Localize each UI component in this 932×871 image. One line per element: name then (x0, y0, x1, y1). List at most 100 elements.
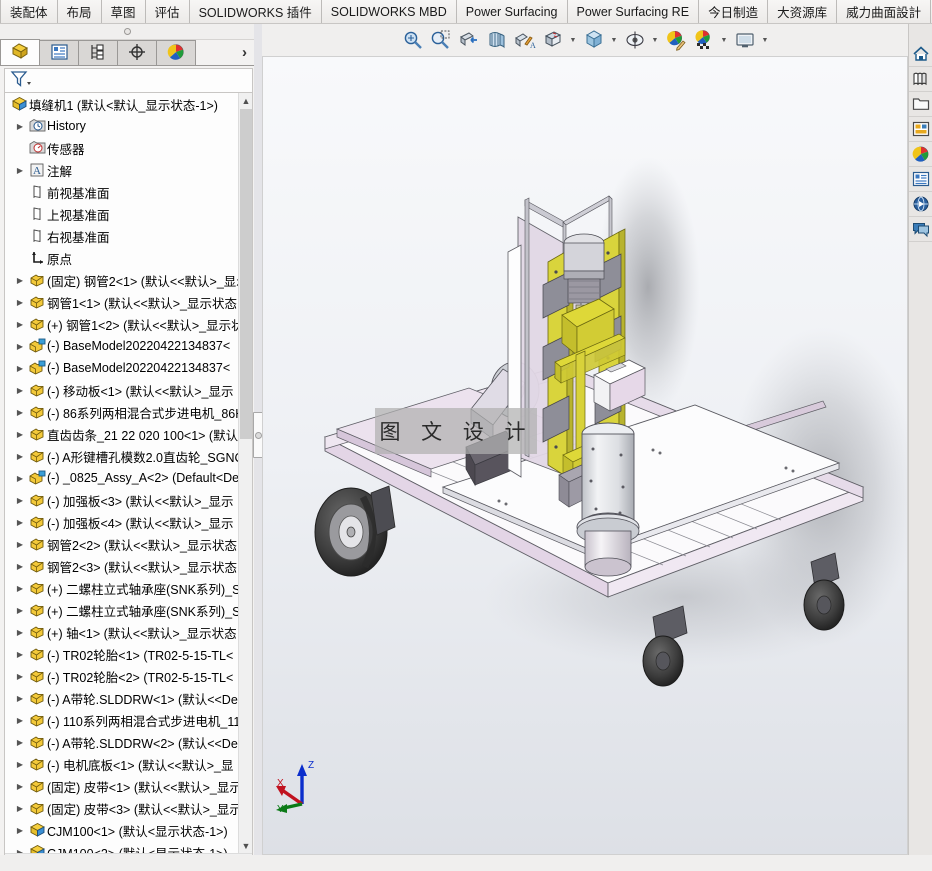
fm-tab-display-manager[interactable] (156, 40, 196, 65)
view-settings-chevron-down-icon[interactable]: ▼ (760, 27, 771, 53)
apply-scene-icon[interactable] (691, 27, 717, 53)
feature-tree-vertical-scrollbar[interactable]: ▲ ▼ (238, 93, 252, 853)
view-orientation-cube-icon[interactable] (581, 27, 607, 53)
hide-show-items-chevron-down-icon[interactable]: ▼ (568, 27, 579, 53)
tree-expand-arrow-icon[interactable]: ▶ (13, 357, 27, 379)
zoom-to-fit-icon[interactable] (400, 27, 426, 53)
feature-tree-item[interactable]: ▶传感器 (5, 137, 238, 159)
feature-tree-item[interactable]: ▶ 直齿齿条_21 22 020 100<1> (默认 (5, 423, 238, 445)
feature-tree-item[interactable]: ▶ (-) BaseModel20220422134837< (5, 335, 238, 357)
tree-expand-arrow-icon[interactable]: ▶ (13, 511, 27, 533)
fm-tab-property-manager[interactable] (39, 40, 79, 65)
tree-expand-arrow-icon[interactable]: ▶ (13, 423, 27, 445)
tree-expand-arrow-icon[interactable]: ▶ (13, 687, 27, 709)
scroll-down-arrow-icon[interactable]: ▼ (239, 838, 252, 853)
tree-expand-arrow-icon[interactable]: ▶ (13, 643, 27, 665)
tree-expand-arrow-icon[interactable]: ▶ (13, 599, 27, 621)
feature-tree-item[interactable]: ▶ (固定) 皮带<3> (默认<<默认>_显示 (5, 797, 238, 819)
fm-tab-feature-manager[interactable] (0, 39, 40, 65)
feature-tree-item[interactable]: ▶ (-) TR02轮胎<2> (TR02-5-15-TL< (5, 665, 238, 687)
feature-tree-item[interactable]: ▶ 钢管2<3> (默认<<默认>_显示状态 (5, 555, 238, 577)
tree-expand-arrow-icon[interactable]: ▶ (13, 797, 27, 819)
feature-tree-item[interactable]: ▶原点 (5, 247, 238, 269)
tree-expand-arrow-icon[interactable]: ▶ (13, 401, 27, 423)
feature-tree-item[interactable]: ▶ (-) A带轮.SLDDRW<2> (默认<<De (5, 731, 238, 753)
feature-tree-root[interactable]: 填缝机1 (默认<默认_显示状态-1>) (5, 93, 238, 115)
display-state-icon[interactable] (622, 27, 648, 53)
feature-tree-item[interactable]: ▶ (+) 二螺柱立式轴承座(SNK系列)_SN (5, 599, 238, 621)
tab-evaluate[interactable]: 评估 (145, 0, 190, 23)
file-explorer-icon[interactable] (909, 92, 932, 117)
feature-tree-item[interactable]: ▶上视基准面 (5, 203, 238, 225)
cad-model-canvas[interactable]: 图 文 设 计 Z X Y (263, 57, 907, 854)
edit-appearance-icon[interactable] (663, 27, 689, 53)
tab-power-surfacing-re[interactable]: Power Surfacing RE (567, 0, 700, 23)
tree-expand-arrow-icon[interactable]: ▶ (13, 753, 27, 775)
tree-expand-arrow-icon[interactable]: ▶ (13, 533, 27, 555)
feature-tree-item[interactable]: ▶ History (5, 115, 238, 137)
feature-tree-item[interactable]: ▶ (-) BaseModel20220422134837< (5, 357, 238, 379)
tab-assembly[interactable]: 装配体 (0, 0, 58, 23)
feature-tree-item[interactable]: ▶ (-) 移动板<1> (默认<<默认>_显示 (5, 379, 238, 401)
solidworks-resources-icon[interactable] (909, 42, 932, 67)
panel-grip-handle[interactable] (0, 24, 255, 40)
section-view-icon[interactable] (456, 27, 482, 53)
apply-scene-chevron-down-icon[interactable]: ▼ (719, 27, 730, 53)
tree-expand-arrow-icon[interactable]: ▶ (13, 577, 27, 599)
feature-tree-item[interactable]: ▶ (固定) 钢管2<1> (默认<<默认>_显示状态 (5, 269, 238, 291)
feature-tree-item[interactable]: ▶ 钢管2<2> (默认<<默认>_显示状态 (5, 533, 238, 555)
tree-expand-arrow-icon[interactable]: ▶ (13, 313, 27, 335)
custom-properties-icon[interactable] (909, 167, 932, 192)
tab-manufacture-today[interactable]: 今日制造 (699, 0, 769, 23)
feature-tree-item[interactable]: ▶前视基准面 (5, 181, 238, 203)
graphics-viewport[interactable]: 图 文 设 计 Z X Y (262, 56, 908, 855)
view-palette-icon[interactable] (909, 117, 932, 142)
panel-expand-arrow-icon[interactable]: › (242, 44, 247, 61)
solidworks-forum-icon[interactable] (909, 217, 932, 242)
zoom-to-area-icon[interactable] (428, 27, 454, 53)
feature-tree-item[interactable]: ▶ (固定) 皮带<1> (默认<<默认>_显示 (5, 775, 238, 797)
feature-tree-scroll-area[interactable]: 填缝机1 (默认<默认_显示状态-1>)▶History▶传感器▶A注解▶前视基… (5, 93, 238, 853)
scroll-up-arrow-icon[interactable]: ▲ (239, 93, 252, 108)
display-style-icon[interactable]: A (512, 27, 538, 53)
tree-expand-arrow-icon[interactable]: ▶ (13, 775, 27, 797)
tree-expand-arrow-icon[interactable]: ▶ (13, 291, 27, 313)
feature-tree-item[interactable]: ▶ (-) 加强板<4> (默认<<默认>_显示 (5, 511, 238, 533)
feature-tree-item[interactable]: ▶右视基准面 (5, 225, 238, 247)
filter-funnel-icon[interactable] (10, 70, 32, 91)
feature-tree-item[interactable]: ▶ (+) 钢管1<2> (默认<<默认>_显示状 (5, 313, 238, 335)
tree-expand-arrow-icon[interactable]: ▶ (13, 709, 27, 731)
tree-expand-arrow-icon[interactable]: ▶ (13, 819, 27, 841)
feature-tree-item[interactable]: ▶ CJM100<2> (默认<显示状态-1>) (5, 841, 238, 853)
design-library-icon[interactable] (909, 67, 932, 92)
tab-big-library[interactable]: 大资源库 (768, 0, 838, 23)
vertical-scroll-thumb[interactable] (240, 109, 252, 439)
fm-tab-dimxpert-manager[interactable] (117, 40, 157, 65)
view-orientation-cube-chevron-down-icon[interactable]: ▼ (609, 27, 620, 53)
feature-tree-item[interactable]: ▶ A 注解 (5, 159, 238, 181)
tab-layout[interactable]: 布局 (57, 0, 102, 23)
tree-expand-arrow-icon[interactable]: ▶ (13, 379, 27, 401)
appearances-scenes-icon[interactable] (909, 142, 932, 167)
tree-expand-arrow-icon[interactable]: ▶ (13, 335, 27, 357)
tree-expand-arrow-icon[interactable]: ▶ (13, 665, 27, 687)
feature-tree-item[interactable]: ▶ (-) 110系列两相混合式步进电机_11( (5, 709, 238, 731)
tree-expand-arrow-icon[interactable]: ▶ (13, 555, 27, 577)
hide-show-items-icon[interactable] (540, 27, 566, 53)
tree-expand-arrow-icon[interactable]: ▶ (13, 489, 27, 511)
feature-tree-item[interactable]: ▶ (-) 86系列两相混合式步进电机_86H (5, 401, 238, 423)
feature-tree-item[interactable]: ▶ (-) 加强板<3> (默认<<默认>_显示 (5, 489, 238, 511)
tree-expand-arrow-icon[interactable]: ▶ (13, 467, 27, 489)
feature-tree-item[interactable]: ▶ 钢管1<1> (默认<<默认>_显示状态 (5, 291, 238, 313)
tab-sw-mbd[interactable]: SOLIDWORKS MBD (321, 0, 457, 23)
tab-powerful-surface[interactable]: 威力曲面設計 (837, 0, 932, 23)
feature-tree-item[interactable]: ▶ (-) _0825_Assy_A<2> (Default<De (5, 467, 238, 489)
tree-expand-arrow-icon[interactable]: ▶ (13, 269, 27, 291)
tree-expand-arrow-icon[interactable]: ▶ (13, 841, 27, 854)
view-settings-icon[interactable] (732, 27, 758, 53)
feature-tree-container[interactable]: 填缝机1 (默认<默认_显示状态-1>)▶History▶传感器▶A注解▶前视基… (4, 92, 253, 871)
feature-tree-item[interactable]: ▶ (-) A形键槽孔模数2.0直齿轮_SGNC (5, 445, 238, 467)
tree-expand-arrow-icon[interactable]: ▶ (13, 731, 27, 753)
feature-tree-item[interactable]: ▶ (+) 二螺柱立式轴承座(SNK系列)_SN (5, 577, 238, 599)
tab-power-surfacing[interactable]: Power Surfacing (456, 0, 568, 23)
